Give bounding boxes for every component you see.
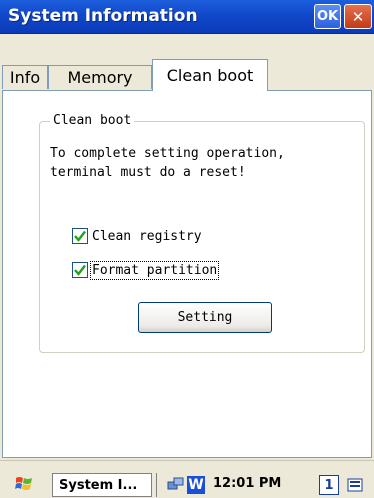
tab-clean-boot[interactable]: Clean boot [152, 59, 268, 91]
clean-registry-checkbox[interactable]: Clean registry [72, 226, 202, 246]
group-legend: Clean boot [50, 113, 135, 128]
reset-message: To complete setting operation, terminal … [50, 146, 285, 180]
checkbox-box[interactable] [72, 262, 88, 278]
checkmark-icon [74, 230, 86, 242]
network-icon[interactable] [167, 476, 185, 494]
ok-button[interactable]: OK [314, 4, 341, 29]
format-partition-label: Format partition [89, 260, 220, 280]
title-bar: System Information OK ✕ [0, 0, 374, 34]
close-button[interactable]: ✕ [344, 4, 372, 29]
taskbar: System I... W 12:01 PM 1 [0, 460, 374, 498]
format-partition-checkbox[interactable]: Format partition [72, 260, 220, 280]
system-tray: W 12:01 PM 1 [156, 473, 374, 497]
tab-panel: Clean boot To complete setting operation… [2, 90, 372, 458]
windows-start-icon[interactable] [14, 474, 34, 494]
checkmark-icon [74, 264, 86, 276]
close-icon: ✕ [351, 7, 365, 26]
window-title: System Information [8, 6, 198, 26]
clock[interactable]: 12:01 PM [213, 476, 281, 491]
wireless-icon[interactable]: W [187, 476, 205, 494]
taskbar-task-button[interactable]: System I... [52, 473, 152, 497]
clean-registry-label: Clean registry [92, 228, 202, 244]
checkbox-box[interactable] [72, 228, 88, 244]
keyboard-icon[interactable] [347, 476, 365, 494]
tab-memory[interactable]: Memory [48, 65, 152, 89]
clean-boot-group: Clean boot To complete setting operation… [39, 113, 365, 353]
setting-button[interactable]: Setting [138, 302, 272, 333]
input-mode-icon[interactable]: 1 [319, 475, 339, 495]
tab-info[interactable]: Info [2, 65, 48, 89]
